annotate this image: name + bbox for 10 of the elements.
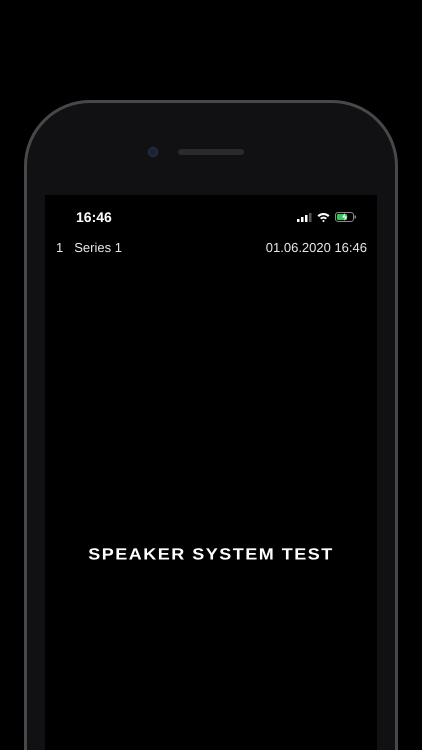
series-name: Series 1 — [74, 239, 122, 257]
speaker-grille — [178, 149, 244, 155]
series-timestamp: 01.06.2020 16:46 — [266, 239, 367, 257]
camera-icon — [148, 147, 158, 157]
status-time: 16:46 — [76, 208, 112, 226]
battery-charging-icon — [335, 212, 357, 222]
wifi-icon — [317, 212, 330, 222]
signal-icon — [297, 212, 312, 222]
series-number: 1 — [56, 239, 64, 257]
app-title: SPEAKER SYSTEM TEST — [88, 544, 334, 565]
